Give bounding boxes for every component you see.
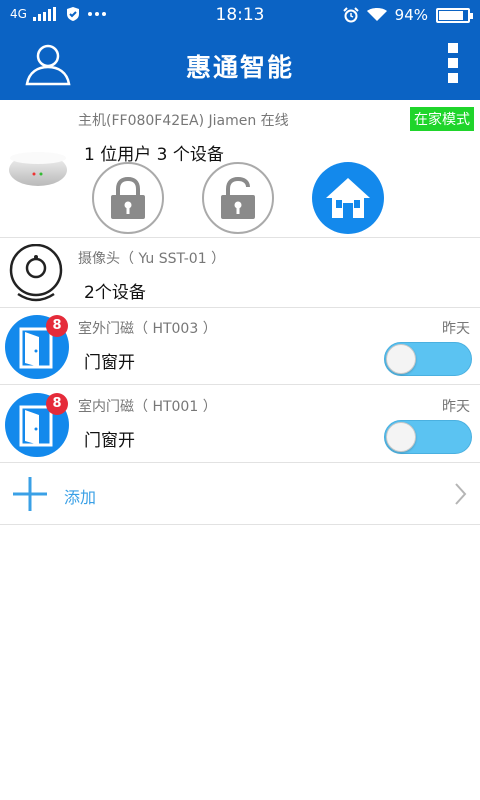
- notification-badge: 8: [46, 393, 68, 415]
- hub-row[interactable]: 主机(FF080F42EA) Jiamen 在线 在家模式 1 位用户 3 个设…: [0, 100, 480, 238]
- arm-lock-button[interactable]: [92, 162, 164, 234]
- app-title: 惠通智能: [185, 53, 294, 82]
- battery-percent: 94%: [394, 6, 428, 24]
- hub-summary: 1 位用户 3 个设备: [84, 145, 224, 165]
- camera-summary: 2个设备: [84, 283, 146, 303]
- battery-fill: [439, 10, 464, 20]
- list-item[interactable]: 8 室内门磁（ HT001 ） 昨天 门窗开: [0, 386, 480, 463]
- add-label: 添加: [64, 488, 97, 507]
- alarm-icon: [342, 7, 359, 23]
- home-mode-button[interactable]: [312, 162, 384, 234]
- status-bar: 4G 18:13 94%: [0, 0, 480, 30]
- camera-title: 摄像头（ Yu SST-01 ）: [78, 251, 226, 267]
- notification-badge: 8: [46, 315, 68, 337]
- lock-closed-icon: [111, 176, 145, 219]
- app-bar: 惠通智能: [0, 30, 480, 100]
- camera-icon: [9, 244, 63, 302]
- home-icon: [326, 178, 370, 218]
- mode-badge: 在家模式: [410, 107, 474, 131]
- disarm-lock-button[interactable]: [202, 162, 274, 234]
- sensor-title: 室外门磁（ HT003 ）: [78, 321, 217, 337]
- lock-open-icon: [221, 176, 255, 219]
- sensor-time: 昨天: [442, 321, 470, 337]
- hub-device-image: [9, 152, 67, 186]
- camera-row[interactable]: 摄像头（ Yu SST-01 ） 2个设备: [0, 238, 480, 308]
- hub-title: 主机(FF080F42EA) Jiamen 在线: [78, 113, 289, 129]
- chevron-right-icon: [455, 483, 467, 505]
- plus-icon: [13, 477, 47, 511]
- sensor-status: 门窗开: [84, 353, 135, 373]
- sensor-status: 门窗开: [84, 431, 135, 451]
- sensor-title: 室内门磁（ HT001 ）: [78, 399, 217, 415]
- add-device-row[interactable]: 添加: [0, 463, 480, 525]
- sensor-toggle[interactable]: [384, 420, 472, 454]
- wifi-icon: [366, 8, 387, 21]
- sensor-time: 昨天: [442, 399, 470, 415]
- list-item[interactable]: 8 室外门磁（ HT003 ） 昨天 门窗开: [0, 308, 480, 385]
- status-right: 94%: [342, 6, 473, 24]
- battery-icon: [436, 7, 473, 23]
- sensor-toggle[interactable]: [384, 342, 472, 376]
- more-vertical-icon[interactable]: [448, 43, 460, 85]
